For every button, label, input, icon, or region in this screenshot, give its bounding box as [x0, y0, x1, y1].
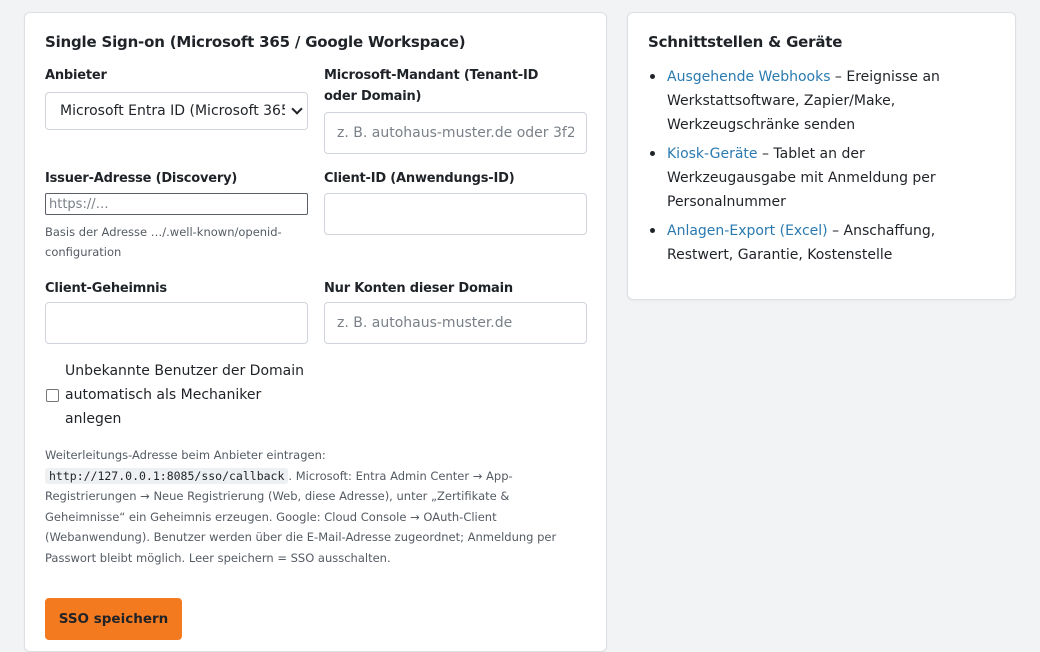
save-sso-button[interactable]: SSO speichern — [45, 598, 182, 640]
bullet-icon — [650, 228, 655, 233]
integrations-title: Schnittstellen & Geräte — [648, 33, 843, 51]
sso-title: Single Sign-on (Microsoft 365 / Google W… — [45, 33, 466, 51]
webhooks-link[interactable]: Ausgehende Webhooks — [667, 69, 830, 85]
domain-input[interactable] — [324, 302, 587, 344]
provider-select[interactable]: Microsoft Entra ID (Microsoft 365) — [45, 92, 308, 130]
domain-label: Nur Konten dieser Domain — [324, 281, 513, 296]
redirect-note-intro: Weiterleitungs-Adresse beim Anbieter ein… — [45, 448, 326, 462]
list-item: Anlagen-Export (Excel) – Anschaffung, Re… — [648, 219, 998, 267]
client-secret-input[interactable] — [45, 302, 308, 344]
client-id-input[interactable] — [324, 193, 587, 235]
callback-url: http://127.0.0.1:8085/sso/callback — [45, 467, 289, 484]
kiosk-link[interactable]: Kiosk-Geräte — [667, 146, 758, 162]
issuer-hint: Basis der Adresse …/.well-known/openid-c… — [45, 225, 282, 259]
list-item: Ausgehende Webhooks – Ereignisse an Werk… — [648, 65, 998, 137]
bullet-icon — [650, 74, 655, 79]
auto-create-label[interactable]: Unbekannte Benutzer der Domain automatis… — [65, 359, 313, 431]
client-secret-label: Client-Geheimnis — [45, 281, 167, 296]
auto-create-checkbox[interactable] — [46, 389, 59, 402]
integrations-list: Ausgehende Webhooks – Ereignisse an Werk… — [648, 65, 998, 272]
issuer-input[interactable] — [45, 193, 308, 215]
tenant-label: Microsoft-Mandant (Tenant-ID oder Domain… — [324, 68, 539, 104]
sso-card: Single Sign-on (Microsoft 365 / Google W… — [24, 12, 607, 652]
bullet-icon — [650, 151, 655, 156]
client-id-label: Client-ID (Anwendungs-ID) — [324, 171, 515, 186]
tenant-input[interactable] — [324, 112, 587, 154]
issuer-label: Issuer-Adresse (Discovery) — [45, 171, 238, 186]
provider-label: Anbieter — [45, 68, 107, 83]
provider-selected-value: Microsoft Entra ID (Microsoft 365) — [60, 103, 296, 119]
list-item: Kiosk-Geräte – Tablet an der Werkzeugaus… — [648, 142, 998, 214]
integrations-card: Schnittstellen & Geräte Ausgehende Webho… — [627, 12, 1016, 300]
redirect-note: Weiterleitungs-Adresse beim Anbieter ein… — [45, 445, 570, 568]
asset-export-link[interactable]: Anlagen-Export (Excel) — [667, 223, 828, 239]
